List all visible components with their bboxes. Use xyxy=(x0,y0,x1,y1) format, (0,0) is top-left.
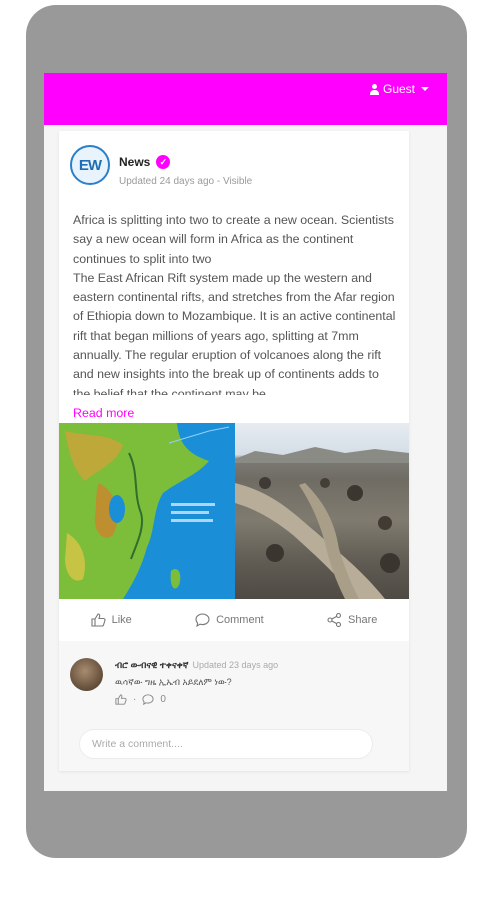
comment-text: ዉሳኛው ግዜ ኢኤብ አይደለም ነው? xyxy=(115,677,232,687)
rift-map-image[interactable] xyxy=(59,423,235,599)
verified-badge-icon: ✓ xyxy=(156,155,171,169)
commenter-name-row: ብሮ ውብናዊ ተቀናቀኛ Updated 23 days ago xyxy=(115,660,278,671)
share-button[interactable]: Share xyxy=(327,613,377,627)
post-text: Africa is splitting into two to create a… xyxy=(73,213,396,395)
comment-label: Comment xyxy=(216,614,264,626)
guest-menu[interactable]: Guest xyxy=(369,82,429,96)
comment-input[interactable] xyxy=(79,729,373,759)
comment-bubble-icon xyxy=(195,613,210,627)
comments-section: ብሮ ውብናዊ ተቀናቀኛ Updated 23 days ago ዉሳኛው ግዜ… xyxy=(59,641,409,771)
top-bar: Guest xyxy=(44,73,447,125)
thumbs-up-icon xyxy=(91,613,106,627)
author-name[interactable]: News xyxy=(119,155,150,169)
map-illustration xyxy=(59,423,235,599)
post-meta: Updated 24 days ago - Visible xyxy=(119,176,253,187)
reply-count: 0 xyxy=(160,694,166,705)
comment-button[interactable]: Comment xyxy=(195,613,264,627)
share-label: Share xyxy=(348,614,378,626)
like-button[interactable]: Like xyxy=(91,613,132,627)
separator: · xyxy=(133,694,137,705)
rift-crack-photo[interactable] xyxy=(235,423,409,599)
app-screen: Guest EW News ✓ Updated 24 days ago - Vi… xyxy=(44,73,447,791)
author-name-row: News ✓ xyxy=(119,155,171,169)
like-label: Like xyxy=(111,614,132,626)
comment-like-icon[interactable] xyxy=(115,694,127,705)
post-actions: Like Comment Share xyxy=(59,599,409,641)
post-card: EW News ✓ Updated 24 days ago - Visible … xyxy=(59,131,409,771)
read-more-link[interactable]: Read more xyxy=(73,406,134,420)
comment-actions: · 0 xyxy=(115,694,166,705)
guest-label: Guest xyxy=(382,82,415,96)
commenter-name[interactable]: ብሮ ውብናዊ ተቀናቀኛ xyxy=(115,660,189,670)
share-icon xyxy=(327,613,342,627)
comment-reply-icon[interactable] xyxy=(142,694,154,705)
author-avatar[interactable]: EW xyxy=(70,145,110,185)
photo-illustration xyxy=(235,447,409,599)
comment-time: Updated 23 days ago xyxy=(192,660,279,670)
chevron-down-icon xyxy=(421,87,429,91)
commenter-avatar[interactable] xyxy=(70,658,103,691)
user-icon xyxy=(369,83,379,95)
post-images[interactable] xyxy=(59,423,409,599)
post-header: EW News ✓ Updated 24 days ago - Visible xyxy=(59,131,409,209)
